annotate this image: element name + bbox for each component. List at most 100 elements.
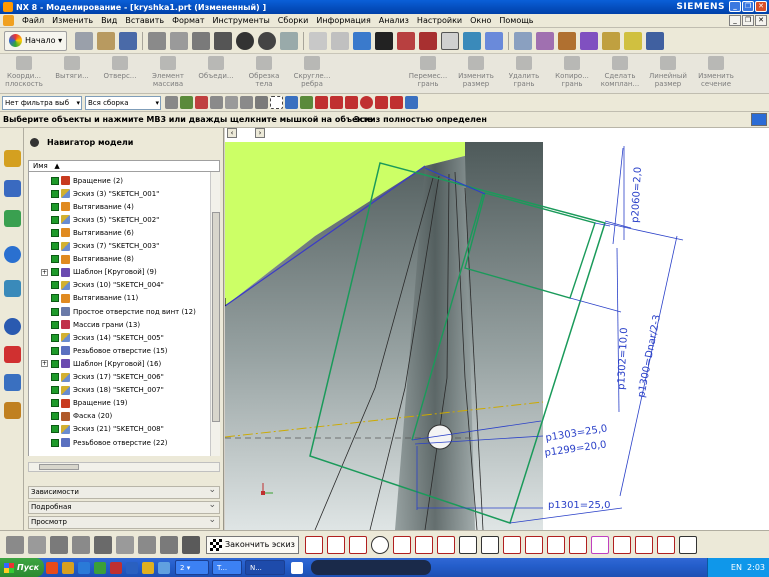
show-constraints-icon[interactable] [656, 535, 675, 554]
background-icon[interactable] [441, 31, 460, 50]
rect-select-icon[interactable] [270, 96, 283, 109]
snap-quadrant-icon[interactable] [360, 96, 373, 109]
checkbox[interactable] [51, 215, 59, 224]
column-header-name[interactable]: Имя ▲ [28, 160, 220, 172]
sketch-tools-icon[interactable] [28, 535, 46, 554]
rectangle-icon[interactable] [436, 535, 455, 554]
snap-point-on-curve-icon[interactable] [315, 96, 328, 109]
measure-icon[interactable] [558, 31, 577, 50]
fit-icon[interactable] [485, 31, 504, 50]
menu-help[interactable]: Помощь [495, 16, 537, 25]
tree-node[interactable]: Эскиз (17) "SKETCH_006" [29, 371, 164, 384]
sketch-mirror-icon[interactable] [116, 535, 134, 554]
checkbox[interactable] [51, 333, 59, 342]
checkbox[interactable] [51, 294, 59, 303]
view-sketch-icon[interactable] [6, 535, 24, 554]
language-indicator[interactable] [291, 561, 303, 574]
graphics-window[interactable]: p2060=2,0 p1302=10,0 p1300=Dnar/2-3 p130… [225, 128, 769, 530]
checkbox[interactable] [51, 176, 59, 185]
change-section-button[interactable]: Изменить сечение [692, 56, 740, 92]
tree-node[interactable]: + Шаблон [Круговой] (16) [29, 357, 161, 370]
intent-icon[interactable] [240, 96, 253, 109]
tree-node[interactable]: Вытягивание (4) [29, 200, 134, 213]
quicklaunch-ie-icon[interactable] [78, 561, 90, 574]
spline-icon[interactable] [502, 535, 521, 554]
tree-node[interactable]: Вытягивание (11) [29, 292, 138, 305]
open-icon[interactable] [97, 31, 116, 50]
snap-midpoint-icon[interactable] [300, 96, 313, 109]
extend-icon[interactable] [546, 535, 565, 554]
snap-intersection-icon[interactable] [330, 96, 343, 109]
menu-view[interactable]: Вид [97, 16, 121, 25]
curve-rule-icon[interactable] [210, 96, 223, 109]
windows-start-button[interactable]: Пуск [0, 558, 44, 577]
minimize-button[interactable]: _ [729, 1, 741, 12]
tree-horizontal-scrollbar[interactable] [28, 462, 220, 472]
sketch-curve-icon[interactable] [50, 535, 68, 554]
paste-icon[interactable] [192, 31, 211, 50]
sketch-project-icon[interactable] [160, 535, 178, 554]
ruler-icon[interactable] [624, 31, 643, 50]
dependencies-panel[interactable]: Зависимости [28, 485, 220, 499]
pattern-feature-button[interactable]: Элемент массива [144, 56, 192, 92]
select-icon[interactable] [180, 96, 193, 109]
layer-icon[interactable] [514, 31, 533, 50]
internet-explorer-icon[interactable] [4, 246, 21, 263]
linear-dimension-button[interactable]: Линейный размер [644, 56, 692, 92]
quicklaunch-opera-icon[interactable] [46, 561, 58, 574]
quicklaunch-media-icon[interactable] [110, 561, 122, 574]
orient-view-icon[interactable] [463, 31, 482, 50]
auto-constrain-icon[interactable] [634, 535, 653, 554]
tree-node[interactable]: Вращение (2) [29, 174, 123, 187]
scroll-thumb[interactable] [212, 212, 220, 422]
sketch-pattern-icon[interactable] [138, 535, 156, 554]
checkbox[interactable] [51, 189, 59, 198]
tree-node[interactable]: + Шаблон [Круговой] (9) [29, 266, 157, 279]
assembly-navigator-icon[interactable] [4, 180, 21, 197]
menu-edit[interactable]: Изменить [48, 16, 97, 25]
finish-sketch-button[interactable]: Закончить эскиз [206, 535, 299, 554]
dimension-icon[interactable] [590, 535, 609, 554]
preview-panel[interactable]: Просмотр [28, 515, 220, 529]
quicklaunch-explorer-icon[interactable] [142, 561, 154, 574]
cut-icon[interactable] [148, 31, 167, 50]
copy-icon[interactable] [170, 31, 189, 50]
render-style-icon[interactable] [375, 31, 394, 50]
undo-icon[interactable] [236, 31, 255, 50]
checkbox[interactable] [51, 438, 59, 447]
dim-p1300[interactable]: p1300=Dnar/2-3 [636, 314, 663, 399]
checkbox[interactable] [51, 268, 59, 277]
point-icon[interactable] [480, 535, 499, 554]
quicklaunch-desktop-icon[interactable] [158, 561, 170, 574]
resize-button[interactable]: Изменить размер [452, 56, 500, 92]
datum-icon[interactable] [331, 31, 350, 50]
checkbox[interactable] [51, 373, 59, 381]
hole-button[interactable]: Отверс... [96, 56, 144, 92]
snap-center-icon[interactable] [345, 96, 358, 109]
menu-window[interactable]: Окно [466, 16, 495, 25]
datum-plane-button[interactable]: Коорди... плоскость [0, 56, 48, 92]
start-button[interactable]: Начало ▾ [4, 30, 68, 51]
snap-endpoint-icon[interactable] [285, 96, 298, 109]
resource-toggle-icon[interactable] [751, 113, 767, 126]
checkbox[interactable] [51, 359, 59, 368]
analysis-icon[interactable] [580, 31, 599, 50]
snap-icon[interactable] [195, 96, 208, 109]
checkbox[interactable] [51, 281, 59, 290]
system-materials-icon[interactable] [4, 402, 21, 419]
media-player-bar[interactable] [311, 560, 431, 575]
filter-icon[interactable] [165, 96, 178, 109]
line-icon[interactable] [326, 535, 345, 554]
tree-node[interactable]: Эскиз (5) "SKETCH_002" [29, 213, 159, 226]
snap-existing-point-icon[interactable] [375, 96, 388, 109]
menu-insert[interactable]: Вставить [121, 16, 168, 25]
tree-node[interactable]: Эскиз (21) "SKETCH_008" [29, 423, 164, 436]
profile-icon[interactable] [304, 535, 323, 554]
tree-node[interactable]: Эскиз (3) "SKETCH_001" [29, 187, 159, 200]
polygon-icon[interactable] [458, 535, 477, 554]
sketch-icon[interactable] [309, 31, 328, 50]
taskbar-item-nx[interactable]: N... [245, 560, 285, 575]
sketch-offset-icon[interactable] [94, 535, 112, 554]
trim-icon[interactable] [524, 535, 543, 554]
scroll-thumb[interactable] [39, 464, 79, 470]
